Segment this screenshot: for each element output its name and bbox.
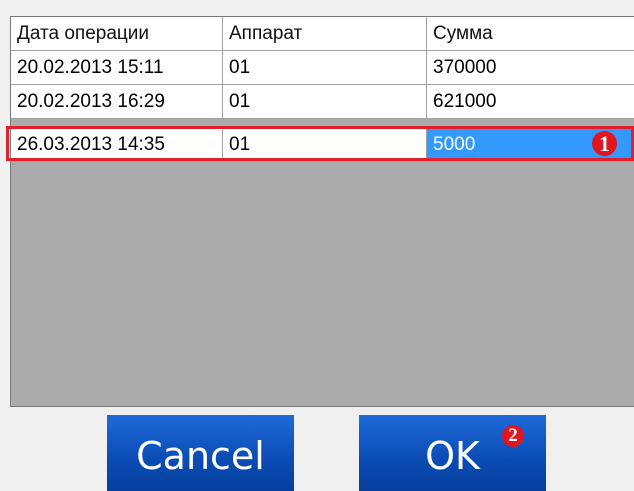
grid-header: Дата операции Аппарат Сумма xyxy=(11,17,634,51)
cell-device[interactable]: 01 xyxy=(223,85,427,118)
annotation-badge-2: 2 xyxy=(502,425,524,447)
column-header-device[interactable]: Аппарат xyxy=(223,17,427,50)
table-row[interactable]: 20.02.2013 16:29 01 621000 xyxy=(11,85,634,119)
cell-amount[interactable]: 621000 xyxy=(427,85,634,118)
operations-grid[interactable]: Дата операции Аппарат Сумма 20.02.2013 1… xyxy=(10,16,634,407)
cell-device[interactable]: 01 xyxy=(223,128,427,161)
cell-date[interactable]: 20.02.2013 16:29 xyxy=(11,85,223,118)
annotation-badge-1: 1 xyxy=(592,131,617,156)
cell-device[interactable]: 01 xyxy=(223,51,427,84)
dialog: Дата операции Аппарат Сумма 20.02.2013 1… xyxy=(0,0,634,491)
cell-date[interactable]: 26.03.2013 14:35 xyxy=(11,128,223,161)
table-row-selected[interactable]: 26.03.2013 14:35 01 5000 xyxy=(11,128,634,162)
cell-date[interactable]: 20.02.2013 15:11 xyxy=(11,51,223,84)
table-row[interactable]: 20.02.2013 15:11 01 370000 xyxy=(11,51,634,85)
column-header-amount[interactable]: Сумма xyxy=(427,17,634,50)
column-header-date[interactable]: Дата операции xyxy=(11,17,223,50)
cell-amount[interactable]: 370000 xyxy=(427,51,634,84)
cancel-button[interactable]: Cancel xyxy=(107,415,294,491)
